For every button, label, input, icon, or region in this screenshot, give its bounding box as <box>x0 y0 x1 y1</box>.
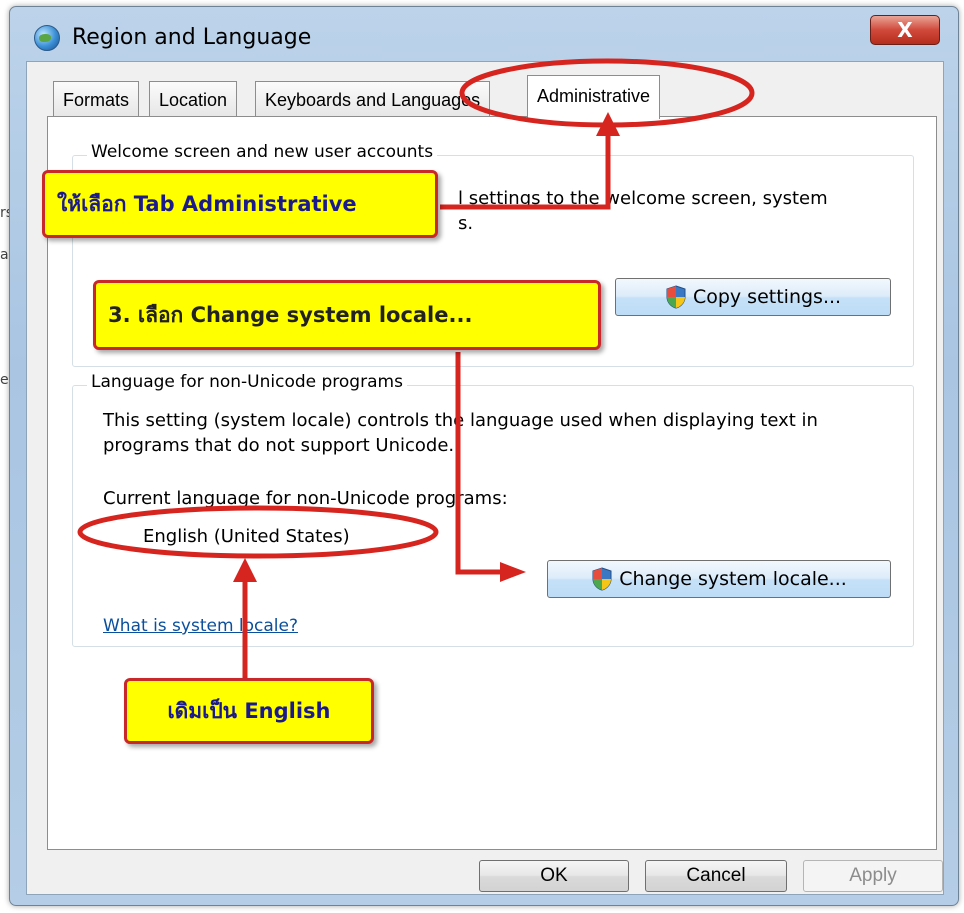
current-language-label: Current language for non-Unicode program… <box>103 488 508 509</box>
ok-button[interactable]: OK <box>479 860 629 892</box>
step-callout: 3. เลือก Change system locale... <box>93 280 601 350</box>
cancel-button[interactable]: Cancel <box>645 860 787 892</box>
close-button[interactable]: X <box>870 15 940 45</box>
tab-callout: ให้เลือก Tab Administrative <box>42 170 438 238</box>
region-language-dialog: Region and Language X Formats Location K… <box>9 6 959 906</box>
locale-description: This setting (system locale) controls th… <box>103 410 818 456</box>
tab-administrative[interactable]: Administrative <box>527 75 661 119</box>
welcome-description-line1: l settings to the welcome screen, system <box>458 188 828 209</box>
background-text-fragment: a <box>0 247 9 263</box>
apply-button[interactable]: Apply <box>803 860 943 892</box>
tab-formats[interactable]: Formats <box>53 81 140 117</box>
non-unicode-group: Language for non-Unicode programs This s… <box>72 372 914 647</box>
welcome-description-line2: s. <box>458 213 474 234</box>
change-system-locale-label: Change system locale... <box>619 568 847 590</box>
tab-location[interactable]: Location <box>149 81 238 117</box>
title-bar[interactable]: Region and Language X <box>10 7 958 63</box>
uac-shield-icon <box>666 285 686 309</box>
globe-icon <box>34 25 60 51</box>
what-is-system-locale-link[interactable]: What is system locale? <box>103 616 298 636</box>
window-title: Region and Language <box>72 25 312 50</box>
english-callout: เดิมเป็น English <box>124 678 374 744</box>
welcome-group-title: Welcome screen and new user accounts <box>87 142 438 162</box>
non-unicode-group-title: Language for non-Unicode programs <box>87 372 407 392</box>
change-system-locale-button[interactable]: Change system locale... <box>547 560 891 598</box>
tab-keyboards-and-languages[interactable]: Keyboards and Languages <box>255 81 491 117</box>
current-language-value: English (United States) <box>143 526 350 547</box>
uac-shield-icon <box>592 567 612 591</box>
copy-settings-label: Copy settings... <box>692 286 842 308</box>
background-text-fragment: e <box>0 372 9 388</box>
copy-settings-button[interactable]: Copy settings... <box>615 278 891 316</box>
